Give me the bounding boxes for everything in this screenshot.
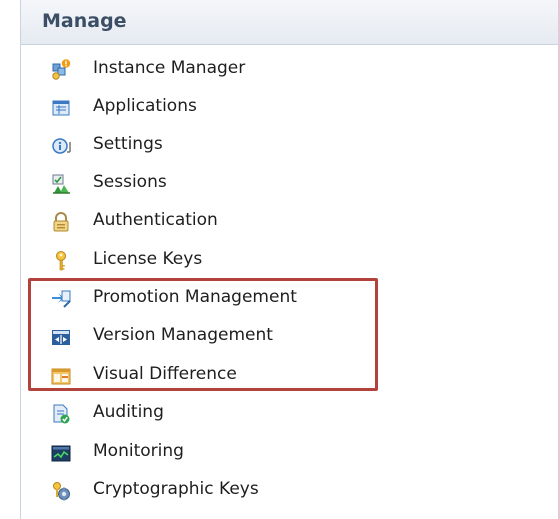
menu-item-sessions[interactable]: Sessions xyxy=(21,165,558,203)
menu-item-label: Auditing xyxy=(93,402,164,422)
applications-icon xyxy=(50,97,72,119)
menu-item-settings[interactable]: Settings xyxy=(21,127,558,165)
panel-title: Manage xyxy=(42,10,127,32)
menu-item-monitoring[interactable]: Monitoring xyxy=(21,434,558,472)
instance-manager-icon xyxy=(50,59,72,81)
promotion-icon xyxy=(50,288,72,310)
menu-item-visual-difference[interactable]: Visual Difference xyxy=(21,357,558,395)
auditing-icon xyxy=(50,403,72,425)
menu-item-label: Sessions xyxy=(93,172,167,192)
menu-item-version-management[interactable]: Version Management xyxy=(21,318,558,356)
cryptographic-keys-icon xyxy=(50,480,72,502)
sessions-icon xyxy=(50,173,72,195)
menu-item-label: Promotion Management xyxy=(93,287,297,307)
menu-item-label: Instance Manager xyxy=(93,58,246,78)
manage-panel: Manage Instance Manager Applications Set… xyxy=(20,0,559,519)
visual-difference-icon xyxy=(50,365,72,387)
menu-item-label: Version Management xyxy=(93,325,273,345)
menu-item-license-keys[interactable]: License Keys xyxy=(21,242,558,280)
panel-header: Manage xyxy=(21,0,558,45)
key-icon xyxy=(50,250,72,272)
version-icon xyxy=(50,326,72,348)
menu-item-instance-manager[interactable]: Instance Manager xyxy=(21,51,558,89)
monitoring-icon xyxy=(50,442,72,464)
menu-item-applications[interactable]: Applications xyxy=(21,89,558,127)
menu-item-authentication[interactable]: Authentication xyxy=(21,203,558,241)
menu-item-label: Visual Difference xyxy=(93,364,237,384)
menu-item-label: Authentication xyxy=(93,210,218,230)
menu-item-label: Cryptographic Keys xyxy=(93,479,259,499)
menu-item-auditing[interactable]: Auditing xyxy=(21,395,558,433)
menu-item-cryptographic-keys[interactable]: Cryptographic Keys xyxy=(21,472,558,510)
menu-item-label: Applications xyxy=(93,96,197,116)
menu-item-label: Monitoring xyxy=(93,441,184,461)
lock-icon xyxy=(50,211,72,233)
menu-item-label: License Keys xyxy=(93,249,203,269)
menu-item-label: Settings xyxy=(93,134,163,154)
settings-icon xyxy=(50,135,72,157)
menu-item-promotion-management[interactable]: Promotion Management xyxy=(21,280,558,318)
